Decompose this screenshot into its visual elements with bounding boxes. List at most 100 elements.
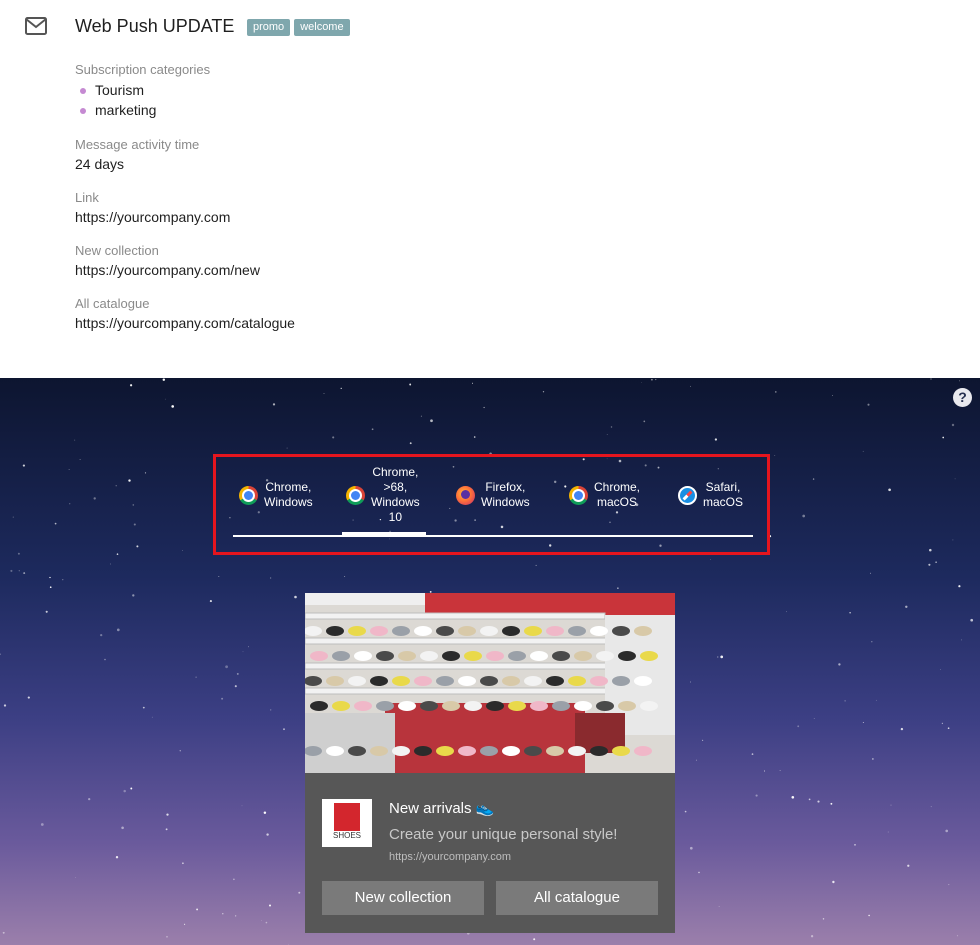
star [286,447,288,449]
star [872,758,874,760]
star [472,382,473,384]
shoe-shape [524,746,542,756]
shoe-shape [398,701,416,711]
star [79,459,81,461]
star [695,759,697,761]
star [182,550,183,551]
star [236,672,239,675]
tab-chrome-68-windows-10[interactable]: Chrome, >68, Windows 10 [346,457,420,533]
browser-selector: Chrome, Windows Chrome, >68, Windows 10 … [213,454,770,555]
shoe-shape [530,651,548,661]
all-catalogue-button[interactable]: All catalogue [496,881,658,915]
browser-tabs: Chrome, Windows Chrome, >68, Windows 10 … [233,457,753,537]
star [270,709,272,711]
shoe-shape [612,746,630,756]
help-icon[interactable]: ? [953,388,972,407]
star [786,611,787,613]
star [606,434,608,435]
shoe-shape [464,701,482,711]
star [945,829,949,833]
star [689,681,691,683]
star [714,438,718,441]
star [791,795,795,799]
star [18,570,20,572]
tab-chrome-macos[interactable]: Chrome, macOS [569,457,640,533]
star [812,478,815,480]
activity-field: Message activity time 24 days [75,136,675,173]
star [871,641,873,643]
tab-label: Firefox, Windows [481,480,530,509]
catalogue-value: https://yourcompany.com/catalogue [75,315,295,331]
tab-safari-macos[interactable]: Safari, macOS [678,457,743,533]
star [54,522,57,525]
star [929,548,932,552]
star [958,585,961,588]
star [248,646,249,648]
star [905,605,908,609]
star [263,811,267,814]
star [22,464,25,467]
star [195,676,197,678]
shoe-shape [612,626,630,636]
star [890,804,892,806]
shoe-shape [590,746,608,756]
star [184,923,186,925]
star [868,914,870,917]
star [720,655,724,659]
shoe-shape [414,746,432,756]
star [12,516,14,518]
star [698,871,700,874]
star [298,891,301,894]
new-collection-button[interactable]: New collection [322,881,484,915]
star [473,436,476,438]
star [948,884,950,886]
shoe-shape [310,701,328,711]
star [233,878,235,881]
shoe-shape [354,701,372,711]
star [797,725,800,728]
star [651,378,653,381]
star [115,856,119,859]
shoe-shape [376,701,394,711]
shoe-shape [480,746,498,756]
tag-promo[interactable]: promo [247,19,291,36]
star [40,823,44,826]
tab-underline [233,535,753,537]
star [3,704,7,707]
star [970,618,974,622]
shoe-shape [458,626,476,636]
star [171,405,175,408]
tag-list: promo welcome [247,19,350,36]
star [810,935,814,938]
star [49,576,51,579]
shoe-shape [508,701,526,711]
shoe-shape [370,676,388,686]
star [710,559,711,560]
star [100,633,103,637]
shoe-shape [546,746,564,756]
notification-card[interactable]: SHOES New arrivals 👟 Create your unique … [305,593,675,933]
tag-welcome[interactable]: welcome [294,19,350,36]
chrome-icon [346,485,365,505]
shoe-shape [524,676,542,686]
active-tab-indicator [342,532,426,535]
shoe-logo-icon [334,803,360,831]
star [930,378,932,380]
tab-firefox-windows[interactable]: Firefox, Windows [456,457,530,533]
tab-label: Safari, macOS [703,480,744,509]
star [371,428,374,431]
star [272,403,276,406]
star [27,696,30,699]
shoe-shape [502,746,520,756]
star [49,586,52,589]
star [684,810,687,813]
star [751,753,754,755]
tab-chrome-windows[interactable]: Chrome, Windows [239,457,313,533]
star [689,846,693,850]
star [610,426,613,428]
star [332,436,335,439]
star [218,575,220,578]
star [269,577,272,579]
star [225,665,228,669]
subscription-list: Tourism marketing [75,80,675,120]
